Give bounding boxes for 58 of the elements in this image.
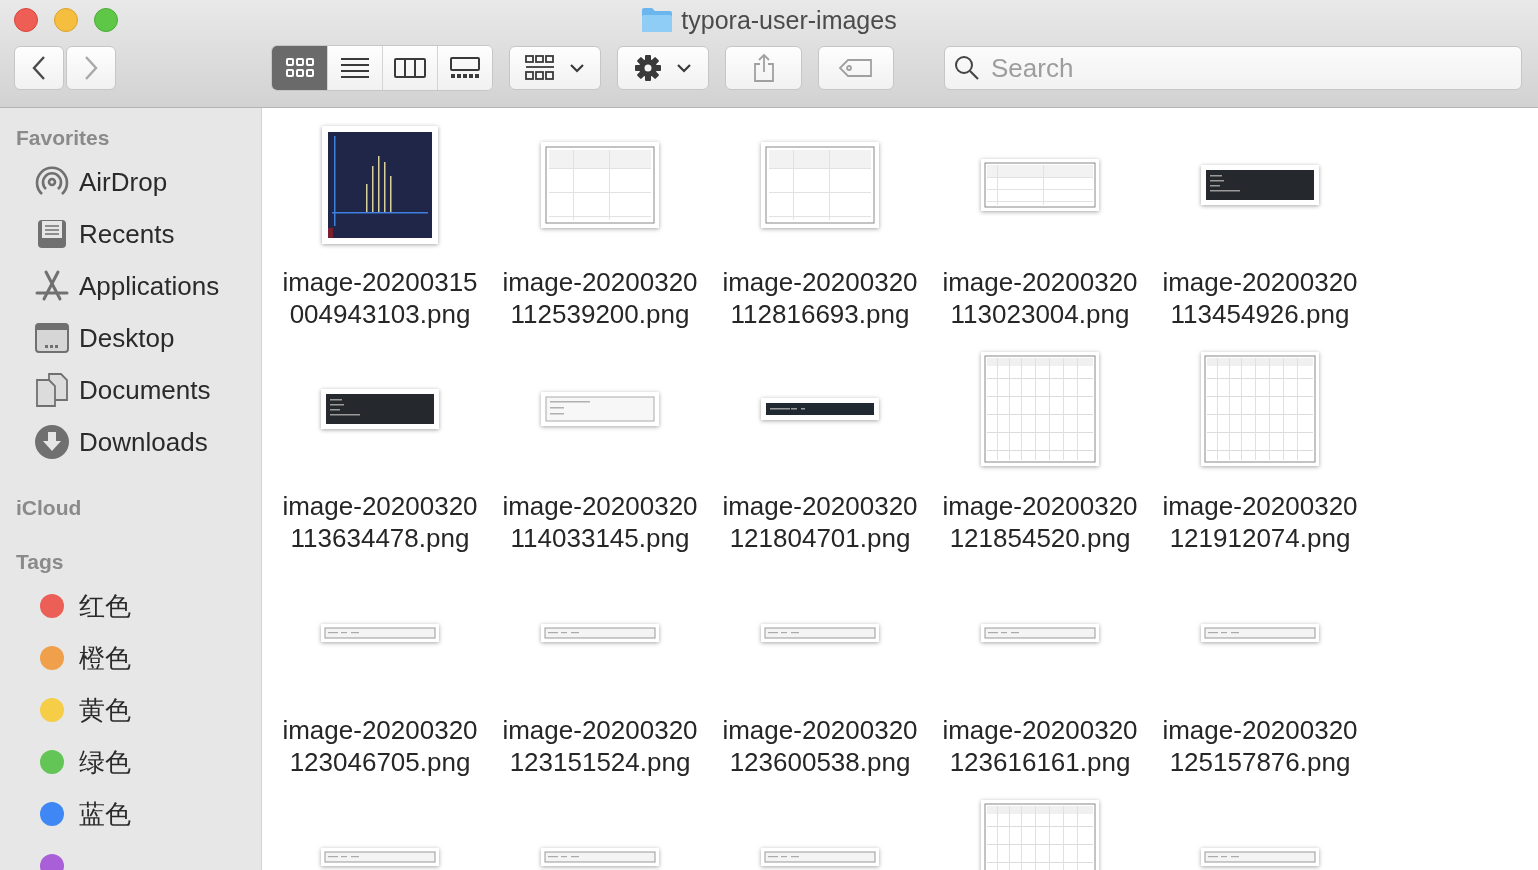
forward-icon — [84, 55, 98, 81]
view-mode-button[interactable] — [437, 46, 492, 90]
tag-icon — [838, 58, 874, 78]
sidebar-item[interactable]: AirDrop — [79, 166, 168, 198]
file-name[interactable]: image-20200320125157876.png — [1160, 714, 1360, 778]
close-button[interactable] — [14, 8, 38, 32]
caret-icon — [569, 63, 585, 73]
tray-icon — [35, 217, 69, 251]
share-icon — [752, 53, 775, 83]
desktop-icon — [34, 322, 70, 354]
file-name[interactable]: image-20200320123616161.png — [940, 714, 1140, 778]
section-heading: iCloud — [15, 495, 83, 521]
group-button[interactable] — [509, 46, 601, 90]
file-name[interactable]: image-20200320121912074.png — [1160, 490, 1360, 554]
view-mode-button[interactable] — [272, 46, 327, 90]
caret-icon — [676, 63, 692, 73]
columns-icon — [394, 57, 426, 79]
sidebar-item[interactable]: 橙色 — [79, 640, 131, 676]
sidebar-item[interactable]: 蓝色 — [79, 796, 131, 832]
grid-icon — [284, 57, 315, 79]
action-button[interactable] — [617, 46, 709, 90]
download-icon — [34, 424, 70, 460]
view-mode-selector[interactable] — [271, 45, 493, 91]
window-title: typora-user-images — [681, 5, 897, 35]
file-name[interactable]: image-20200320113454926.png — [1160, 266, 1360, 330]
folder-icon — [641, 7, 674, 33]
file-name[interactable]: image-20200320113023004.png — [940, 266, 1140, 330]
section-heading: Favorites — [15, 125, 111, 151]
file-name[interactable]: image-20200320121854520.png — [940, 490, 1140, 554]
sidebar-item[interactable]: 黄色 — [79, 692, 131, 728]
sidebar-item[interactable]: Downloads — [79, 426, 208, 458]
file-name[interactable]: image-20200320114033145.png — [500, 490, 700, 554]
list-icon — [340, 57, 370, 79]
gallery-icon — [450, 57, 480, 79]
back-icon — [32, 55, 46, 81]
file-name[interactable]: image-20200315004943103.png — [280, 266, 480, 330]
back-button[interactable] — [14, 46, 64, 90]
file-name[interactable]: image-20200320112539200.png — [500, 266, 700, 330]
file-name[interactable]: image-20200320121804701.png — [720, 490, 920, 554]
file-name[interactable]: image-20200320123600538.png — [720, 714, 920, 778]
file-name[interactable]: image-20200320112816693.png — [720, 266, 920, 330]
app-store-icon — [34, 269, 70, 303]
file-name[interactable]: image-20200320123151524.png — [500, 714, 700, 778]
documents-icon — [35, 372, 69, 408]
file-name[interactable]: image-20200320123046705.png — [280, 714, 480, 778]
sidebar-item[interactable]: Applications — [79, 270, 220, 302]
file-name[interactable]: image-20200320113634478.png — [280, 490, 480, 554]
sidebar-item[interactable]: 红色 — [79, 588, 131, 624]
section-heading: Tags — [15, 549, 65, 575]
sidebar-item[interactable]: Desktop — [79, 322, 175, 354]
sidebar-item[interactable]: Documents — [79, 374, 211, 406]
sidebar-item[interactable]: Recents — [79, 218, 175, 250]
search-icon — [954, 55, 980, 81]
sidebar-item[interactable]: 绿色 — [79, 744, 131, 780]
view-mode-button[interactable] — [382, 46, 437, 90]
view-mode-button[interactable] — [327, 46, 382, 90]
group-grid-icon — [525, 55, 555, 81]
search-field[interactable]: Search — [944, 46, 1522, 90]
